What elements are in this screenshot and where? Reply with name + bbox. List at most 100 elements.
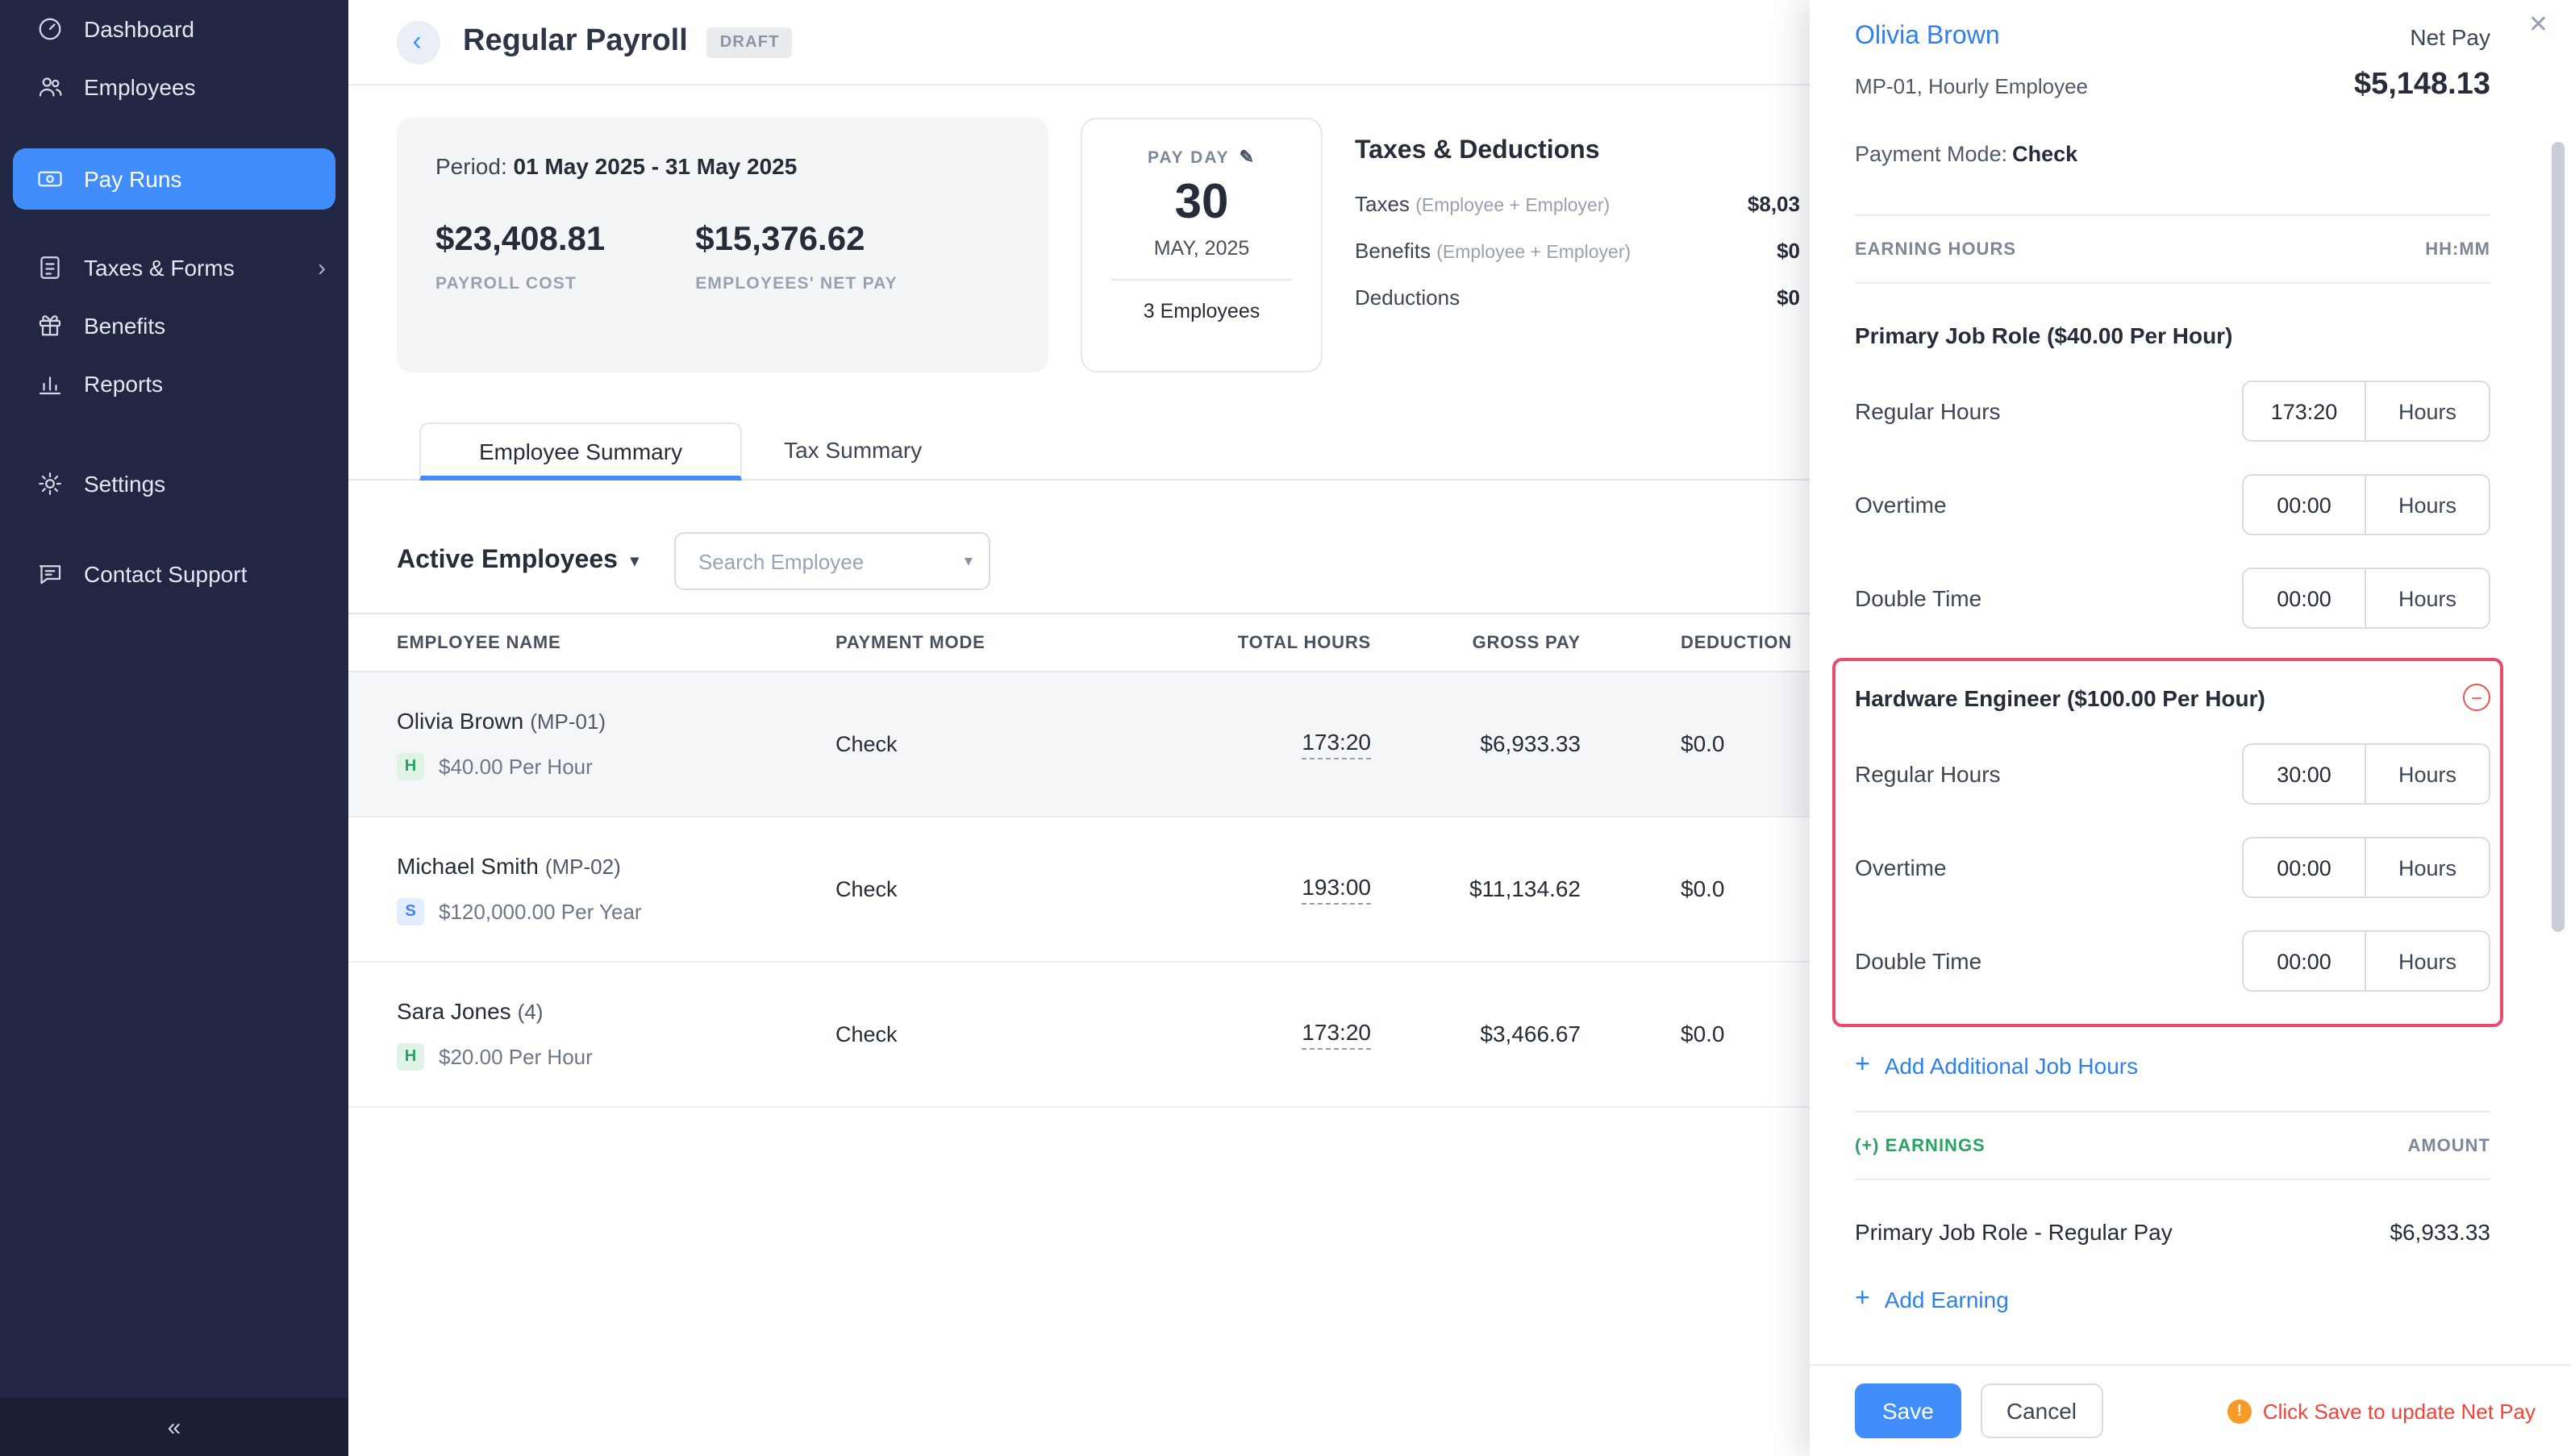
amount-label: AMOUNT: [2407, 1137, 2490, 1156]
active-employees-dropdown[interactable]: Active Employees ▾: [397, 547, 639, 576]
tab-employee-summary[interactable]: Employee Summary: [419, 422, 742, 480]
additional-job-card: Hardware Engineer ($100.00 Per Hour) − R…: [1832, 658, 2503, 1027]
payment-mode-label: Payment Mode:: [1855, 142, 2007, 166]
status-badge: DRAFT: [707, 27, 793, 57]
reports-icon: [35, 369, 65, 398]
payment-mode-line: Payment Mode:Check: [1855, 142, 2490, 166]
double-time-input[interactable]: [2242, 568, 2365, 629]
sidebar-nav: Dashboard Employees Pay Runs Taxes & For…: [0, 0, 348, 603]
deductions: $0.0: [1681, 875, 1725, 901]
sidebar-item-taxes-forms[interactable]: Taxes & Forms ›: [0, 239, 348, 297]
regular-hours-input[interactable]: [2242, 743, 2365, 805]
hours-suffix: Hours: [2365, 381, 2490, 442]
total-hours[interactable]: 173:20: [1302, 729, 1371, 759]
column-gross-pay: GROSS PAY: [1371, 633, 1581, 652]
employee-name: Olivia Brown: [397, 708, 523, 734]
edit-payday-icon[interactable]: ✎: [1240, 148, 1256, 168]
cancel-button[interactable]: Cancel: [1981, 1383, 2102, 1438]
period-label: Period:: [435, 153, 507, 179]
sidebar-item-benefits[interactable]: Benefits: [0, 297, 348, 355]
taxes-label: Taxes: [1355, 192, 1410, 216]
pay-day-month: MAY, 2025: [1082, 236, 1321, 259]
scrollbar-thumb[interactable]: [2552, 142, 2565, 932]
double-time-row: Double Time Hours: [1855, 930, 2490, 992]
deductions-value: $0: [1777, 285, 1800, 310]
earning-label: Primary Job Role - Regular Pay: [1855, 1219, 2173, 1245]
sidebar-item-pay-runs[interactable]: Pay Runs: [13, 148, 335, 210]
app: Dashboard Employees Pay Runs Taxes & For…: [0, 0, 2571, 1456]
employee-subtitle: MP-01, Hourly Employee: [1855, 73, 2088, 98]
sidebar-item-label: Taxes & Forms: [84, 255, 235, 281]
sidebar-item-label: Benefits: [84, 313, 165, 339]
add-additional-job-hours-link[interactable]: + Add Additional Job Hours: [1855, 1053, 2138, 1079]
total-hours[interactable]: 173:20: [1302, 1019, 1371, 1050]
plus-icon: +: [1855, 1287, 1870, 1312]
employee-name: Michael Smith: [397, 853, 539, 879]
hours-suffix: Hours: [2365, 837, 2490, 898]
back-icon: ‹: [412, 27, 421, 54]
sidebar-item-dashboard[interactable]: Dashboard: [0, 0, 348, 58]
additional-job-title: Hardware Engineer ($100.00 Per Hour): [1855, 684, 2265, 710]
pay-rate: $40.00 Per Hour: [439, 755, 593, 779]
regular-hours-label: Regular Hours: [1855, 398, 2001, 424]
employees-icon: [35, 73, 65, 102]
net-pay-block: $15,376.62 EMPLOYEES' NET PAY: [695, 221, 898, 293]
add-earning-label: Add Earning: [1885, 1287, 2009, 1312]
employee-name-link[interactable]: Olivia Brown: [1855, 23, 2000, 52]
gross-pay: $6,933.33: [1480, 730, 1581, 755]
settings-icon: [35, 469, 65, 498]
search-employee-select[interactable]: ▾: [674, 532, 990, 590]
sidebar-item-label: Pay Runs: [84, 166, 181, 192]
collapse-icon: «: [168, 1413, 181, 1441]
net-pay-label: Net Pay: [2410, 24, 2490, 50]
period-value: 01 May 2025 - 31 May 2025: [514, 153, 798, 179]
close-icon[interactable]: ✕: [2522, 3, 2555, 45]
earning-hours-label: EARNING HOURS: [1855, 240, 2016, 260]
salary-badge: S: [397, 898, 424, 926]
hhmm-label: HH:MM: [2425, 240, 2490, 260]
pay-day-label: PAY DAY✎: [1082, 147, 1321, 168]
overtime-row: Overtime Hours: [1855, 474, 2490, 535]
sidebar-item-contact-support[interactable]: Contact Support: [0, 545, 348, 603]
net-pay-label: EMPLOYEES' NET PAY: [695, 274, 898, 293]
regular-hours-row: Regular Hours Hours: [1855, 743, 2490, 805]
search-employee-input[interactable]: [695, 547, 965, 575]
drawer-header: Olivia Brown Net Pay MP-01, Hourly Emplo…: [1810, 0, 2571, 216]
sidebar-item-settings[interactable]: Settings: [0, 455, 348, 513]
active-employees-label: Active Employees: [397, 547, 618, 576]
total-hours[interactable]: 193:00: [1302, 874, 1371, 905]
pay-day-card: PAY DAY✎ 30 MAY, 2025 3 Employees: [1081, 118, 1323, 372]
employee-detail-drawer: ✕ Olivia Brown Net Pay MP-01, Hourly Emp…: [1810, 0, 2571, 1456]
sidebar-item-reports[interactable]: Reports: [0, 355, 348, 413]
warning-icon: !: [2227, 1399, 2252, 1423]
save-button[interactable]: Save: [1855, 1383, 1961, 1438]
remove-job-icon[interactable]: −: [2463, 684, 2490, 711]
payment-mode: Check: [835, 876, 898, 901]
net-pay-value: $5,148.13: [2354, 68, 2490, 103]
collapse-sidebar-button[interactable]: «: [0, 1398, 348, 1456]
earnings-header: (+) EARNINGS AMOUNT: [1855, 1113, 2490, 1180]
regular-hours-input[interactable]: [2242, 381, 2365, 442]
add-earning-link[interactable]: + Add Earning: [1855, 1287, 2009, 1312]
column-total-hours: TOTAL HOURS: [1206, 633, 1371, 652]
net-pay-value: $15,376.62: [695, 221, 898, 260]
sidebar-item-employees[interactable]: Employees: [0, 58, 348, 116]
employee-count: 3 Employees: [1082, 299, 1321, 322]
payroll-cost-value: $23,408.81: [435, 221, 605, 260]
pay-rate: $20.00 Per Hour: [439, 1045, 593, 1069]
tab-tax-summary[interactable]: Tax Summary: [742, 421, 964, 479]
sidebar-item-label: Dashboard: [84, 16, 194, 42]
caret-down-icon: ▾: [631, 552, 639, 570]
save-warning: ! Click Save to update Net Pay: [2227, 1399, 2536, 1423]
double-time-input[interactable]: [2242, 930, 2365, 992]
overtime-input[interactable]: [2242, 474, 2365, 535]
benefits-label: Benefits: [1355, 239, 1431, 263]
column-employee-name: EMPLOYEE NAME: [348, 633, 835, 652]
payroll-cost-block: $23,408.81 PAYROLL COST: [435, 221, 605, 293]
hourly-badge: H: [397, 1043, 424, 1071]
back-button[interactable]: ‹: [397, 20, 440, 64]
overtime-label: Overtime: [1855, 855, 1947, 880]
gross-pay: $11,134.62: [1469, 875, 1581, 901]
pay-runs-icon: [35, 164, 65, 193]
overtime-input[interactable]: [2242, 837, 2365, 898]
